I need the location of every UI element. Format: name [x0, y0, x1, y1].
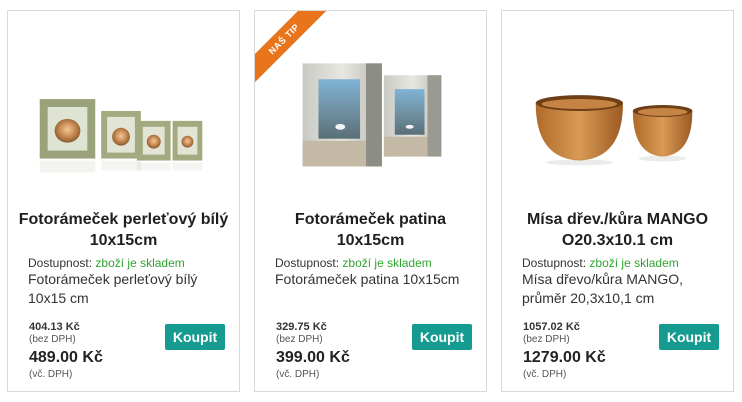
price-without-vat-note: (bez DPH) [523, 334, 570, 345]
price-with-vat-note: (vč. DPH) [29, 369, 73, 380]
product-card: Mísa dřev./kůra MANGO O20.3x10.1 cm Dost… [501, 10, 734, 392]
price-without-vat: 329.75 Kč [276, 321, 327, 333]
product-image[interactable] [8, 11, 239, 201]
product-description: Mísa dřevo/kůra MANGO, průměr 20,3x10,1 … [522, 271, 684, 306]
price-without-vat: 1057.02 Kč [523, 321, 580, 333]
price-with-vat: 489.00 Kč [29, 349, 103, 366]
tip-ribbon: NAŠ TIP [255, 11, 335, 91]
availability: Dostupnost: zboží je skladem [275, 256, 432, 270]
availability-status: zboží je skladem [342, 256, 432, 270]
buy-button[interactable]: Koupit [659, 324, 719, 350]
price-with-vat-note: (vč. DPH) [523, 369, 567, 380]
product-title[interactable]: Fotorámeček patina 10x15cm [265, 209, 476, 251]
availability-label: Dostupnost: [522, 256, 587, 270]
price-without-vat-note: (bez DPH) [29, 334, 76, 345]
product-description: Fotorámeček patina 10x15cm [275, 271, 460, 287]
price-with-vat: 399.00 Kč [276, 349, 350, 366]
availability-label: Dostupnost: [275, 256, 340, 270]
buy-button[interactable]: Koupit [165, 324, 225, 350]
product-image[interactable] [502, 11, 733, 201]
tip-ribbon-label: NAŠ TIP [255, 11, 330, 85]
price-with-vat-note: (vč. DPH) [276, 369, 320, 380]
price-with-vat: 1279.00 Kč [523, 349, 606, 366]
product-description: Fotorámeček perleťový bílý 10x15 cm [28, 271, 198, 306]
product-title[interactable]: Mísa dřev./kůra MANGO O20.3x10.1 cm [512, 209, 723, 251]
product-title[interactable]: Fotorámeček perleťový bílý 10x15cm [18, 209, 229, 251]
availability-status: zboží je skladem [95, 256, 185, 270]
availability-status: zboží je skladem [589, 256, 679, 270]
buy-button[interactable]: Koupit [412, 324, 472, 350]
availability: Dostupnost: zboží je skladem [522, 256, 679, 270]
price-without-vat-note: (bez DPH) [276, 334, 323, 345]
availability: Dostupnost: zboží je skladem [28, 256, 185, 270]
product-card: Fotorámeček perleťový bílý 10x15cm Dostu… [7, 10, 240, 392]
availability-label: Dostupnost: [28, 256, 93, 270]
product-card: NAŠ TIP Fotorámeček patina 10x15cm Dostu… [254, 10, 487, 392]
price-without-vat: 404.13 Kč [29, 321, 80, 333]
